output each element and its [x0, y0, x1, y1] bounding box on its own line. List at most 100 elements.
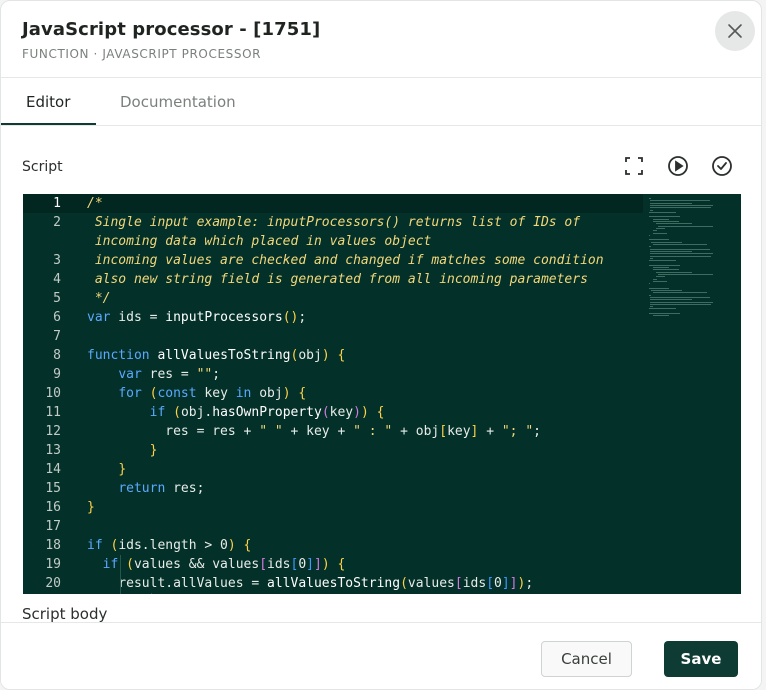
line-code: */: [87, 291, 111, 306]
code-line: 15 return res;: [23, 479, 643, 498]
code-line: 10 for (const key in obj) {: [23, 384, 643, 403]
minimap-line: [649, 301, 713, 303]
line-number: 3: [53, 253, 61, 268]
tab-bar: Editor Documentation: [1, 79, 761, 126]
minimap-line: [656, 227, 665, 229]
line-number: 10: [45, 386, 61, 401]
line-code: var res = "";: [118, 367, 221, 382]
minimap-line: [649, 313, 681, 314]
minimap-line: [652, 315, 669, 317]
code-line: 14 }: [23, 460, 643, 479]
minimap-line: [649, 296, 710, 298]
run-button[interactable]: [666, 154, 690, 178]
minimap-line: [649, 260, 676, 262]
line-code: var ids = inputProcessors();: [87, 310, 307, 325]
minimap-line: [649, 246, 651, 248]
line-code: }: [149, 443, 158, 458]
line-code: Single input example: inputProcessors() …: [87, 215, 581, 230]
minimap-line: [649, 211, 676, 213]
script-body-label: Script body: [22, 605, 108, 623]
tab-editor[interactable]: Editor: [26, 93, 70, 111]
minimap-line: [649, 299, 692, 301]
line-number: 6: [53, 310, 61, 325]
line-code: /*: [87, 196, 103, 211]
minimap-line: [649, 207, 711, 209]
line-number: 9: [53, 367, 61, 382]
minimap-line: [649, 255, 711, 257]
line-number: 20: [45, 576, 61, 591]
minimap-line: [652, 230, 658, 232]
line-code: incoming data which placed in values obj…: [87, 234, 432, 249]
minimap-line: [649, 306, 653, 308]
code-editor[interactable]: 1 /* 2 Single input example: inputProcesso…: [23, 194, 741, 594]
line-number: 12: [45, 424, 61, 439]
minimap-line: [649, 234, 650, 236]
code-line: 11 if (obj.hasOwnProperty(key)) {: [23, 403, 643, 422]
line-code: res = res + " " + key + " : " + obj[key]…: [87, 424, 541, 439]
minimap-line: [656, 223, 693, 225]
minimap-line: [652, 221, 680, 222]
line-number: 15: [45, 481, 61, 496]
minimap-line: [649, 209, 653, 211]
line-code: }: [118, 462, 127, 477]
minimap-line: [656, 271, 693, 273]
save-button[interactable]: Save: [664, 641, 738, 677]
minimap-line: [649, 303, 711, 305]
minimap-line: [652, 232, 667, 234]
code-line: 12 res = res + " " + key + " : " + obj[k…: [23, 422, 643, 441]
line-code: result.allValues = allValuesToString(val…: [87, 576, 534, 591]
minimap-line: [649, 198, 651, 199]
line-code: for (const key in obj) {: [118, 386, 307, 401]
line-number: 14: [45, 462, 61, 477]
minimap-line: [650, 241, 683, 243]
minimap-line: [652, 244, 707, 245]
fullscreen-button[interactable]: [622, 154, 646, 178]
code-line: 6 var ids = inputProcessors();: [23, 308, 643, 327]
minimap-line: [656, 276, 665, 278]
javascript-processor-dialog: JavaScript processor - [1751] FUNCTION ·…: [0, 0, 762, 690]
close-icon: [727, 23, 743, 39]
line-code: function allValuesToString(obj) {: [87, 348, 346, 363]
line-number: 13: [45, 443, 61, 458]
code-line: 18 if (ids.length > 0) {: [23, 536, 643, 555]
line-code: }: [87, 500, 95, 515]
minimap-line: [649, 216, 681, 218]
close-button[interactable]: [715, 11, 755, 51]
line-number: 8: [53, 348, 61, 363]
code-line: 9 var res = "";: [23, 365, 643, 384]
dialog-subtitle: FUNCTION · JAVASCRIPT PROCESSOR: [22, 47, 262, 61]
minimap: [645, 194, 741, 594]
play-icon: [667, 155, 689, 177]
code-line: 20 result.allValues = allValuesToString(…: [23, 574, 643, 593]
minimap-line: [649, 250, 692, 252]
line-number: 18: [45, 538, 61, 553]
cancel-button[interactable]: Cancel: [541, 641, 632, 677]
dialog-title: JavaScript processor - [1751]: [22, 19, 321, 40]
line-number: 5: [53, 291, 61, 306]
line-number: 16: [45, 500, 61, 515]
line-code: if (obj.hasOwnProperty(key)) {: [149, 405, 385, 420]
minimap-line: [649, 200, 710, 202]
minimap-line: [658, 273, 714, 275]
minimap-line: [658, 225, 714, 227]
line-code: incoming values are checked and changed …: [87, 253, 604, 268]
indent-guide: [120, 555, 121, 594]
tab-documentation[interactable]: Documentation: [120, 93, 236, 111]
line-number: 11: [45, 405, 61, 420]
code-line: 4 also new string field is generated fro…: [23, 270, 643, 289]
code-line: 8 function allValuesToString(obj) {: [23, 346, 643, 365]
minimap-line: [649, 204, 713, 206]
minimap-line: [649, 283, 650, 285]
minimap-line: [652, 280, 667, 282]
validate-button[interactable]: [710, 154, 734, 178]
minimap-line: [649, 308, 676, 310]
code-line: 17: [23, 517, 643, 536]
minimap-line: [649, 202, 692, 204]
code-line: 7: [23, 327, 643, 346]
line-number: 1: [53, 196, 61, 211]
code-line: 16}: [23, 498, 643, 517]
line-code: also new string field is generated from …: [87, 272, 588, 287]
active-tab-indicator: [1, 123, 96, 125]
indent-guide: [151, 593, 152, 594]
code-line: 13 }: [23, 441, 643, 460]
